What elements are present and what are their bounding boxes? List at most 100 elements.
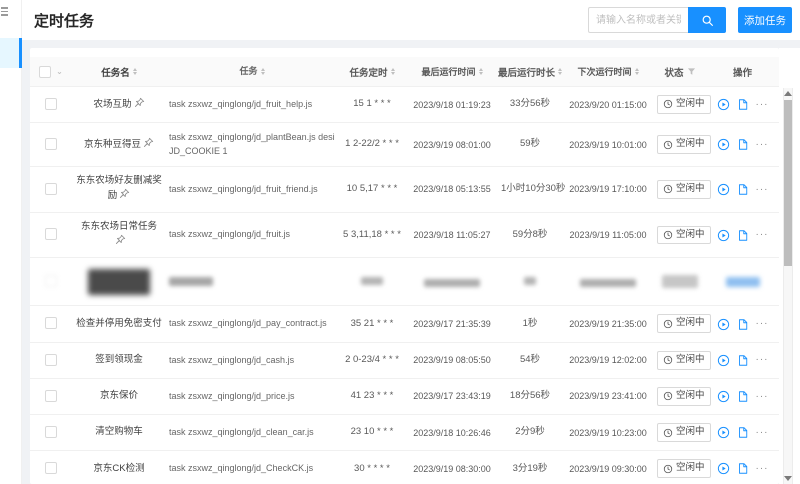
column-header-next-run[interactable]: 下次运行时间 xyxy=(562,65,654,78)
view-log-button[interactable] xyxy=(737,229,749,242)
task-command: task zsxwz_qinglong/jd_price.js xyxy=(166,382,338,412)
task-schedule: 23 10 * * * xyxy=(338,418,406,447)
status-badge: 空闲中 xyxy=(657,459,711,478)
table-row: 农场互助 task zsxwz_qinglong/jd_fruit_help.j… xyxy=(30,87,779,123)
scrollbar-thumb[interactable] xyxy=(784,100,792,266)
header-actions: 添加任务 xyxy=(588,7,792,33)
more-actions-button[interactable]: ··· xyxy=(756,428,769,438)
clock-icon xyxy=(663,428,673,438)
main-area: 定时任务 添加任务 ⌄ 任务名 xyxy=(22,0,800,484)
actions-cell: ··· xyxy=(706,130,779,159)
row-checkbox[interactable] xyxy=(45,317,57,329)
last-run-duration: 54秒 xyxy=(498,346,562,375)
more-actions-button[interactable]: ··· xyxy=(756,319,769,329)
status-label: 空闲中 xyxy=(676,138,705,151)
task-name-cell[interactable] xyxy=(72,261,166,303)
last-run-duration: 59秒 xyxy=(498,130,562,159)
run-task-button[interactable] xyxy=(717,318,730,331)
run-task-button[interactable] xyxy=(717,183,730,196)
row-checkbox[interactable] xyxy=(45,390,57,402)
vertical-scrollbar[interactable] xyxy=(783,88,793,484)
task-name-cell[interactable]: 京东CK检测 xyxy=(72,455,166,484)
filter-icon[interactable] xyxy=(687,67,696,76)
table-header: ⌄ 任务名 任务 任务定时 最后运行时间 xyxy=(30,57,779,87)
more-actions-button[interactable]: ··· xyxy=(756,355,769,365)
task-name-cell[interactable]: 农场互助 xyxy=(72,89,166,121)
task-command: task zsxwz_qinglong/jd_plantBean.js desi… xyxy=(166,123,338,166)
app-window: 定时任务 添加任务 ⌄ 任务名 xyxy=(0,0,800,484)
sort-icon xyxy=(133,68,137,75)
more-actions-button[interactable]: ··· xyxy=(756,230,769,240)
view-log-button[interactable] xyxy=(737,462,749,475)
run-task-button[interactable] xyxy=(717,229,730,242)
last-run-time: 2023/9/17 23:43:19 xyxy=(406,382,498,410)
run-task-button[interactable] xyxy=(717,462,730,475)
row-checkbox[interactable] xyxy=(45,228,57,240)
column-header-cron[interactable]: 任务定时 xyxy=(338,65,406,79)
scroll-up-arrow-icon[interactable] xyxy=(784,91,792,96)
task-name-cell[interactable]: 京东保价 xyxy=(72,382,166,411)
run-task-button[interactable] xyxy=(717,98,730,111)
column-header-task-name[interactable]: 任务名 xyxy=(72,65,166,79)
more-actions-button[interactable]: ··· xyxy=(756,140,769,150)
last-run-duration xyxy=(498,268,562,297)
scroll-down-arrow-icon[interactable] xyxy=(784,476,792,481)
task-name-cell[interactable]: 清空购物车 xyxy=(72,418,166,447)
column-header-last-run[interactable]: 最后运行时间 xyxy=(406,65,498,78)
search-input[interactable] xyxy=(588,7,688,33)
column-header-status[interactable]: 状态 xyxy=(654,65,706,79)
next-run-time: 2023/9/19 17:10:00 xyxy=(562,175,654,203)
last-run-time xyxy=(406,268,498,296)
more-actions-button[interactable]: ··· xyxy=(756,100,769,110)
sort-icon xyxy=(479,68,483,75)
select-all-checkbox[interactable] xyxy=(39,66,51,78)
table-row: 东东农场日常任务 task zsxwz_qinglong/jd_fruit.js… xyxy=(30,213,779,259)
view-log-button[interactable] xyxy=(737,138,749,151)
add-task-button[interactable]: 添加任务 xyxy=(738,7,792,33)
status-label: 空闲中 xyxy=(676,390,705,403)
view-log-button[interactable] xyxy=(737,354,749,367)
row-checkbox[interactable] xyxy=(45,138,57,150)
column-header-duration[interactable]: 最后运行时长 xyxy=(498,65,562,79)
sort-icon xyxy=(261,68,265,75)
task-name: 检查并停用免密支付 xyxy=(76,318,162,329)
search-button[interactable] xyxy=(688,7,726,33)
view-log-button[interactable] xyxy=(737,98,749,111)
status-cell: 空闲中 xyxy=(654,379,706,414)
more-actions-button[interactable]: ··· xyxy=(756,464,769,474)
task-name-cell[interactable]: 检查并停用免密支付 xyxy=(72,310,166,339)
clock-icon xyxy=(663,319,673,329)
row-checkbox[interactable] xyxy=(45,426,57,438)
row-checkbox[interactable] xyxy=(45,354,57,366)
search-icon xyxy=(701,14,714,27)
actions-cell: ··· xyxy=(706,346,779,375)
view-log-button[interactable] xyxy=(737,426,749,439)
task-name-cell[interactable]: 东东农场日常任务 xyxy=(72,213,166,258)
row-checkbox[interactable] xyxy=(45,462,57,474)
chevron-down-icon[interactable]: ⌄ xyxy=(56,67,63,76)
column-header-task[interactable]: 任务 xyxy=(166,65,338,79)
run-task-button[interactable] xyxy=(717,138,730,151)
task-schedule: 5 3,11,18 * * * xyxy=(338,221,406,250)
status-cell: 空闲中 xyxy=(654,451,706,484)
task-name-cell[interactable]: 签到领现金 xyxy=(72,346,166,375)
row-selection-cell xyxy=(30,175,72,204)
sidebar-item-selected[interactable] xyxy=(0,38,22,68)
view-log-button[interactable] xyxy=(737,390,749,403)
row-checkbox[interactable] xyxy=(45,183,57,195)
run-task-button[interactable] xyxy=(717,354,730,367)
task-name-cell[interactable]: 东东农场好友删减奖励 xyxy=(72,167,166,212)
next-run-time: 2023/9/19 10:01:00 xyxy=(562,131,654,159)
more-actions-button[interactable]: ··· xyxy=(756,185,769,195)
run-task-button[interactable] xyxy=(717,390,730,403)
row-checkbox[interactable] xyxy=(45,98,57,110)
task-name-cell[interactable]: 京东种豆得豆 xyxy=(72,129,166,161)
row-checkbox[interactable] xyxy=(45,275,57,287)
more-actions-button[interactable]: ··· xyxy=(756,392,769,402)
view-log-button[interactable] xyxy=(737,318,749,331)
view-log-button[interactable] xyxy=(737,183,749,196)
run-task-button[interactable] xyxy=(717,426,730,439)
status-badge: 空闲中 xyxy=(657,135,711,154)
row-selection-cell xyxy=(30,130,72,159)
status-label: 空闲中 xyxy=(676,462,705,475)
